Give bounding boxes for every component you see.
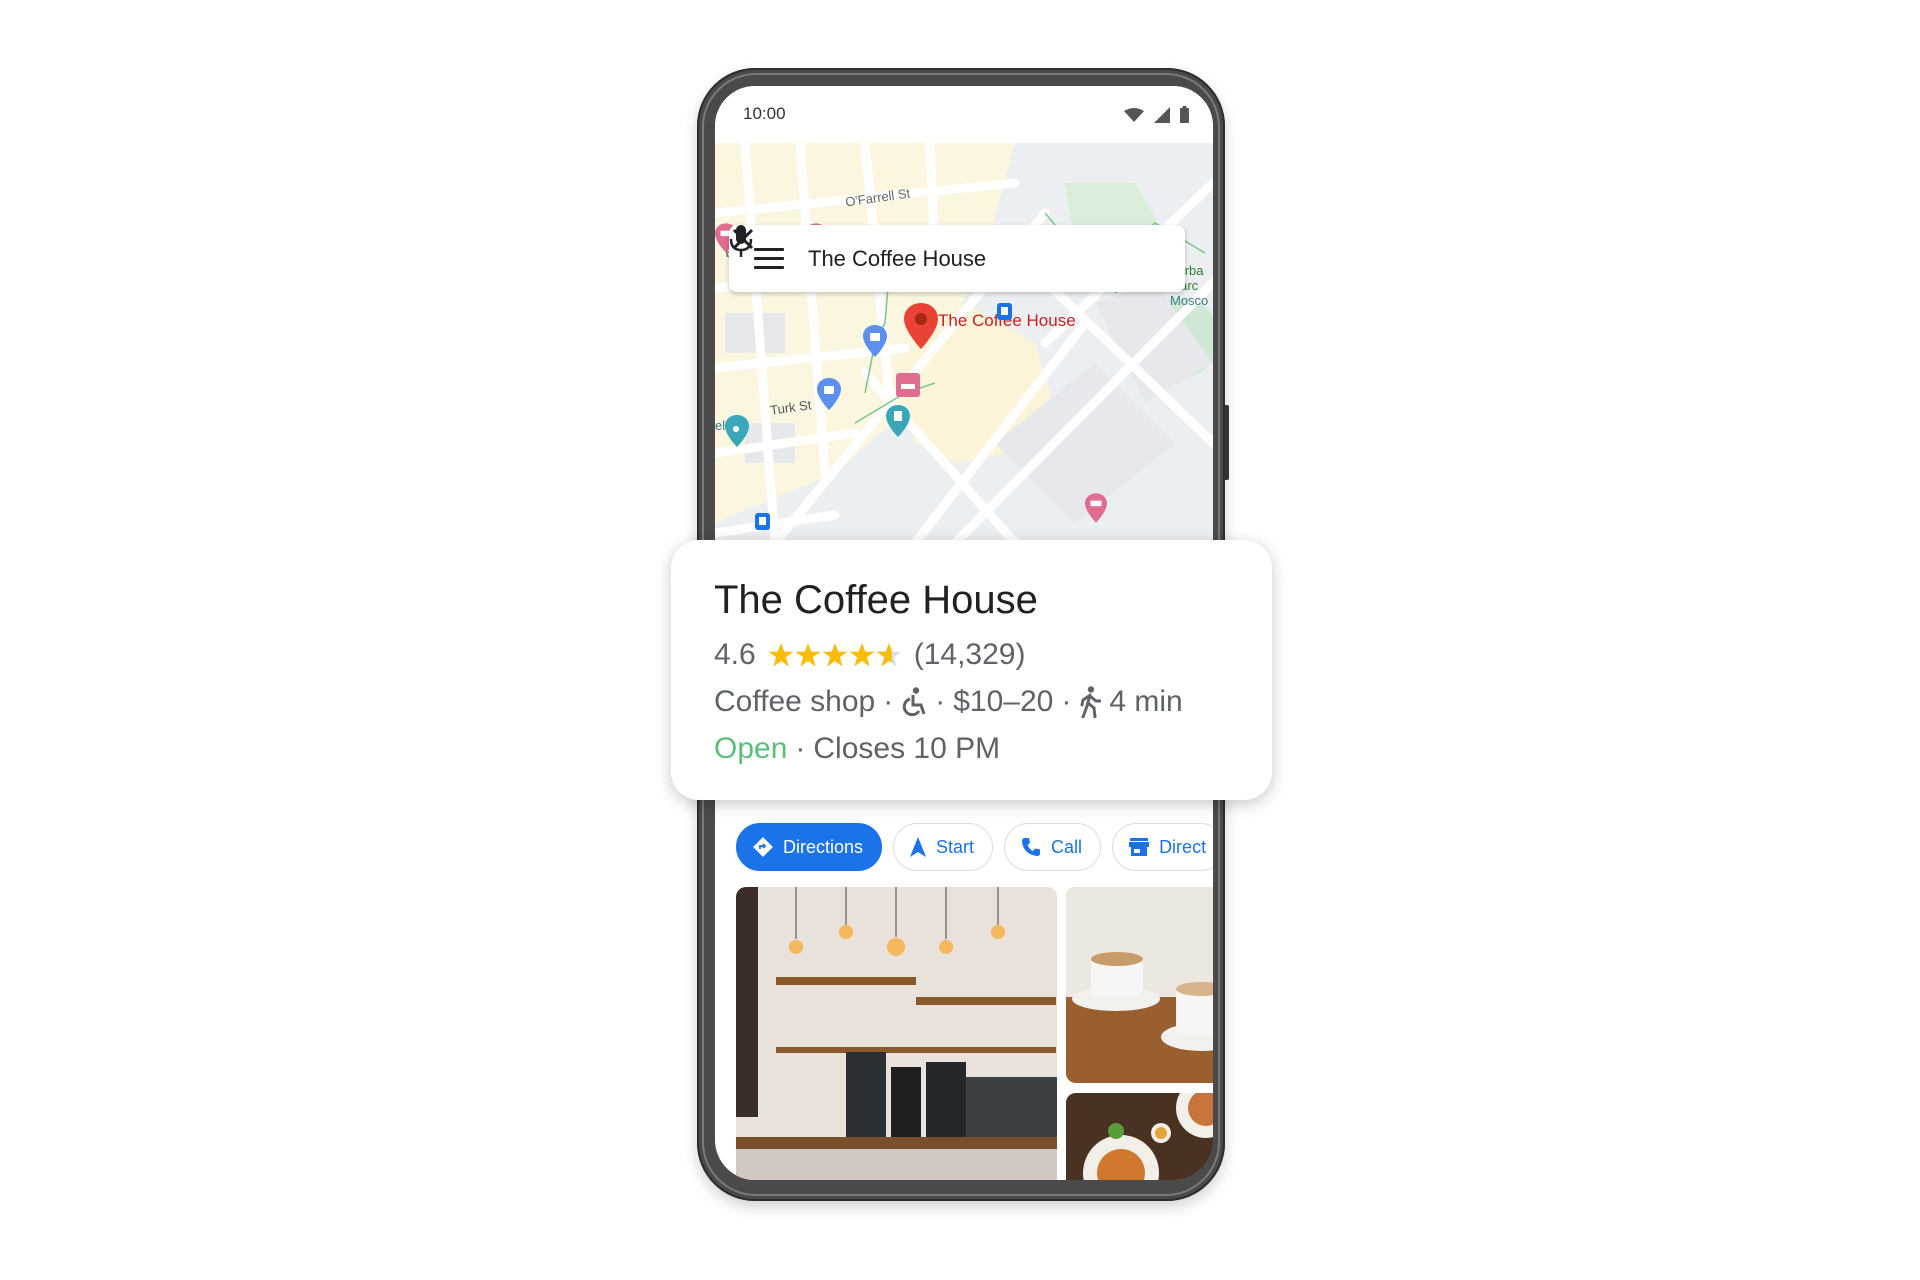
map-view[interactable]: The Coffee House Ellis St Turk St O'Farr…: [715, 143, 1213, 543]
storefront-icon: [1129, 838, 1150, 856]
photo-food-plates[interactable]: [1066, 1093, 1213, 1180]
cappuccino-illustration: [1066, 887, 1213, 1083]
open-status: Open: [714, 732, 788, 765]
museum-pin-icon[interactable]: [886, 405, 910, 437]
hamburger-menu-icon[interactable]: [754, 248, 784, 269]
separator: ·: [795, 732, 806, 765]
shopping-pin-icon[interactable]: [817, 378, 841, 410]
place-category: Coffee shop: [714, 685, 876, 718]
separator: ·: [935, 685, 946, 718]
shopping-pin-icon[interactable]: [863, 325, 887, 357]
star-icon: [768, 643, 794, 667]
star-icon: [876, 643, 902, 667]
photo-gallery: [736, 887, 1213, 1180]
action-chips: Directions Start Call Direct: [736, 823, 1213, 871]
battery-icon: [1180, 106, 1189, 123]
transit-stop-icon[interactable]: [755, 513, 770, 530]
navigation-arrow-icon: [910, 837, 927, 857]
rating-value: 4.6: [714, 638, 756, 671]
directions-button[interactable]: Directions: [736, 823, 883, 871]
walk-time: 4 min: [1109, 685, 1183, 718]
food-plates-illustration: [1066, 1093, 1213, 1180]
directions-label: Directions: [783, 836, 864, 857]
music-venue-pin-icon[interactable]: [725, 415, 749, 447]
status-icons: [1124, 106, 1189, 123]
directory-button[interactable]: Direct: [1112, 823, 1213, 871]
rating-stars: [768, 642, 902, 668]
call-label: Call: [1051, 836, 1083, 857]
directory-label: Direct: [1159, 836, 1207, 857]
review-count[interactable]: (14,329): [914, 638, 1026, 672]
wifi-icon: [1124, 107, 1144, 122]
star-icon: [849, 643, 875, 667]
phone-icon: [1022, 838, 1041, 856]
details-row: Coffee shop · · $10–20 · 4 min: [714, 685, 1183, 719]
closing-time: Closes 10 PM: [813, 732, 1001, 765]
hotel-pin-icon[interactable]: [1085, 493, 1107, 523]
start-button[interactable]: Start: [893, 823, 994, 871]
walking-icon: [1080, 686, 1102, 718]
selected-place-pin-icon[interactable]: [904, 303, 938, 349]
photo-coffee-counter[interactable]: [736, 887, 1057, 1180]
hours-row: Open · Closes 10 PM: [714, 732, 1000, 766]
star-icon: [822, 643, 848, 667]
transit-stop-icon[interactable]: [997, 303, 1012, 320]
place-name: The Coffee House: [714, 578, 1038, 622]
photo-cappuccino-cups[interactable]: [1066, 887, 1213, 1083]
hotel-marker-icon[interactable]: [896, 373, 920, 397]
status-bar: 10:00: [715, 86, 1213, 143]
microphone-icon[interactable]: [729, 225, 753, 257]
separator: ·: [883, 685, 894, 718]
status-time: 10:00: [743, 104, 786, 123]
wheelchair-icon: [903, 687, 926, 717]
price-range: $10–20: [953, 685, 1054, 718]
signal-icon: [1154, 106, 1170, 123]
search-input[interactable]: The Coffee House: [808, 246, 1185, 272]
phone-side-button: [1225, 405, 1229, 480]
call-button[interactable]: Call: [1004, 823, 1102, 871]
coffee-counter-illustration: [736, 887, 1057, 1180]
area-label-mosco: Mosco: [1170, 293, 1209, 308]
star-icon: [795, 643, 821, 667]
place-card[interactable]: The Coffee House 4.6 (14,329) Coffee sho…: [671, 540, 1272, 800]
start-label: Start: [936, 836, 975, 857]
separator: ·: [1061, 685, 1072, 718]
rating-row: 4.6 (14,329): [714, 638, 1025, 672]
directions-icon: [753, 837, 773, 857]
map-canvas: [715, 143, 1213, 543]
search-bar[interactable]: The Coffee House: [729, 225, 1185, 292]
